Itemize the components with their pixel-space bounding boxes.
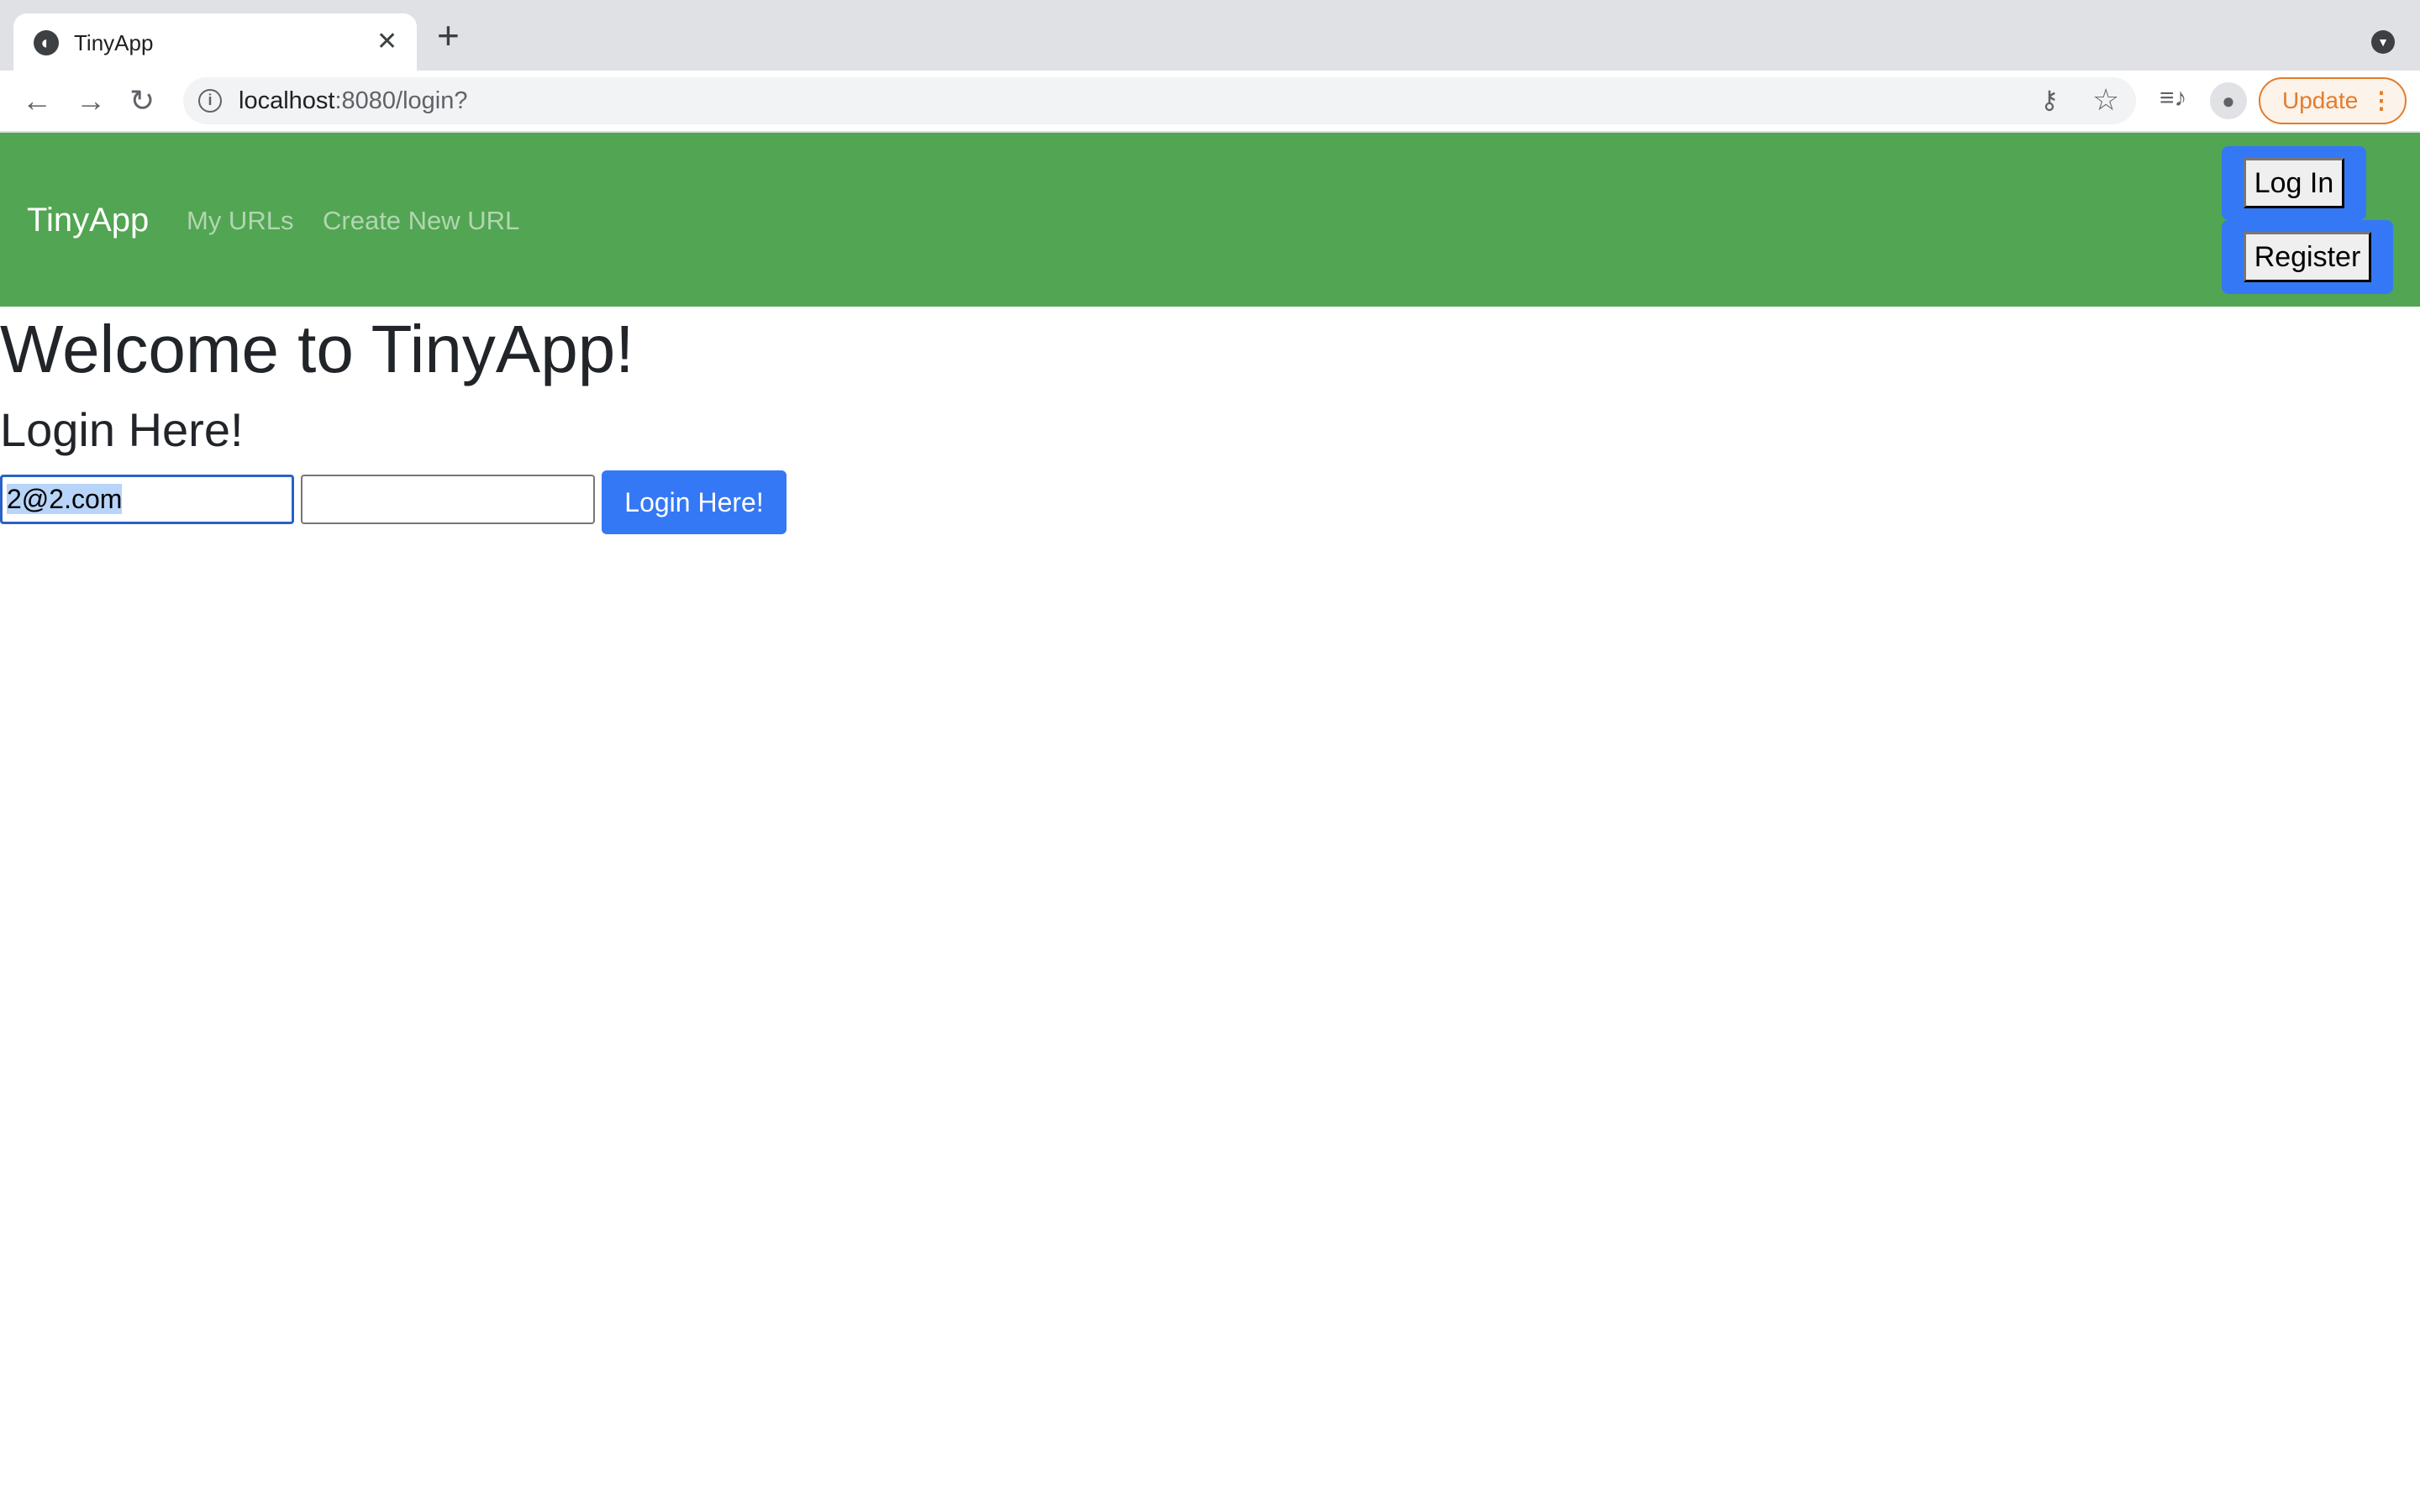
update-button[interactable]: Update ⋮ (2259, 77, 2407, 124)
profile-avatar-icon[interactable]: ● (2210, 82, 2247, 119)
url-host: localhost (239, 87, 335, 114)
password-input[interactable] (301, 475, 595, 524)
tab-title: TinyApp (74, 30, 154, 55)
key-icon[interactable]: ⚷ (2040, 86, 2059, 115)
nav-create-new-url[interactable]: Create New URL (323, 205, 519, 237)
page-title: Welcome to TinyApp! (0, 312, 634, 386)
brand-link[interactable]: TinyApp (27, 200, 149, 240)
globe-icon: ◐ (34, 30, 59, 55)
register-button[interactable]: Register (2244, 232, 2371, 282)
reload-icon[interactable]: ↻ (129, 82, 155, 119)
info-icon[interactable]: i (198, 89, 222, 113)
address-bar[interactable] (183, 77, 2136, 124)
nav-my-urls[interactable]: My URLs (187, 205, 293, 237)
email-input[interactable]: 2@2.com (0, 475, 294, 524)
login-submit-button[interactable]: Login Here! (602, 470, 786, 534)
tab-search-icon[interactable]: ▼ (2371, 30, 2395, 54)
email-value: 2@2.com (7, 484, 123, 514)
forward-icon[interactable]: → (76, 82, 106, 119)
url-path: :8080/login? (334, 87, 468, 114)
login-heading: Login Here! (0, 403, 244, 456)
bookmark-star-icon[interactable]: ☆ (2092, 82, 2119, 118)
media-control-icon[interactable]: ≡♪ (2160, 84, 2187, 113)
update-label: Update (2282, 87, 2359, 113)
back-icon[interactable]: ← (22, 82, 52, 119)
log-in-button[interactable]: Log In (2244, 158, 2344, 208)
close-tab-icon[interactable]: ✕ (376, 27, 397, 56)
browser-tab[interactable]: ◐ TinyApp ✕ (13, 13, 417, 71)
url-text[interactable]: localhost:8080/login? (239, 86, 468, 116)
more-icon: ⋮ (2370, 87, 2393, 113)
new-tab-icon[interactable]: + (437, 16, 460, 55)
